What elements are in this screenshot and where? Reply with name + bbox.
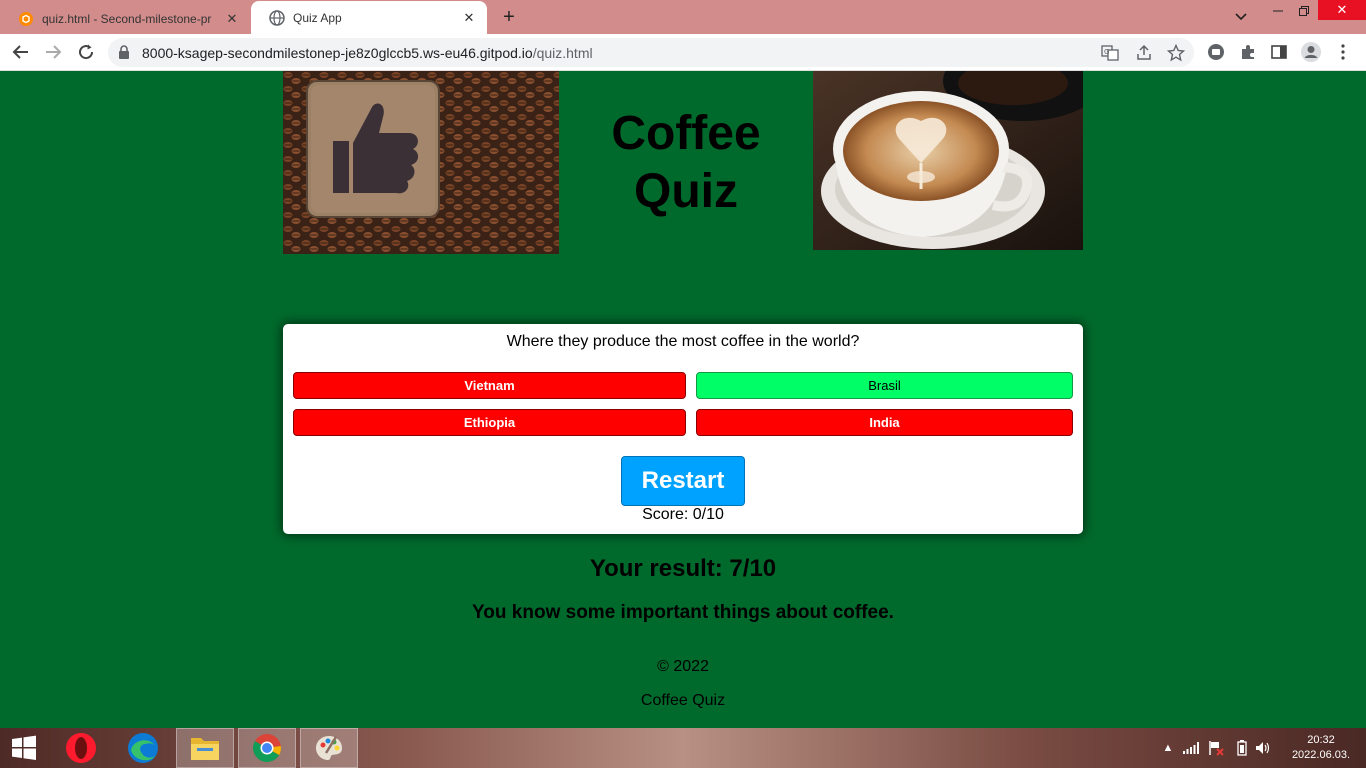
latte-cup-image (813, 71, 1083, 250)
network-signal-icon[interactable] (1183, 740, 1199, 756)
globe-icon (269, 9, 285, 26)
gitpod-icon (18, 11, 34, 27)
tab-title: quiz.html - Second-milestone-pr (42, 11, 212, 26)
result-message: You know some important things about cof… (472, 602, 894, 623)
url-text[interactable]: 8000-ksagep-secondmilestonep-je8z0glccb5… (142, 45, 593, 61)
coffee-beans-thumbs-up-image (283, 71, 559, 254)
reload-icon[interactable] (74, 40, 98, 64)
system-clock[interactable]: 20:32 2022.06.03. (1282, 733, 1360, 763)
profile-avatar-icon[interactable] (1300, 41, 1322, 63)
svg-text:G: G (1104, 48, 1109, 56)
answer-button-ethiopia[interactable]: Ethiopia (293, 409, 686, 436)
result-heading: Your result: 7/10 (589, 555, 777, 582)
file-explorer-icon[interactable] (176, 728, 234, 768)
page-title-line1: Coffee (611, 107, 761, 160)
tab-search-icon[interactable] (1230, 6, 1252, 28)
answer-button-vietnam[interactable]: Vietnam (293, 372, 686, 399)
bookmark-star-icon[interactable] (1166, 43, 1186, 63)
question-text: Where they produce the most coffee in th… (506, 333, 860, 350)
browser-tab-bar: quiz.html - Second-milestone-pr ✕ Quiz A… (0, 0, 1366, 34)
extension-record-icon[interactable] (1205, 41, 1227, 63)
answer-button-brasil[interactable]: Brasil (696, 372, 1073, 399)
start-windows-icon[interactable] (0, 728, 48, 768)
forward-icon[interactable] (41, 40, 65, 64)
minimize-icon[interactable] (1266, 0, 1290, 22)
side-panel-icon[interactable] (1268, 41, 1290, 63)
paint-icon[interactable] (300, 728, 358, 768)
footer-copyright: © 2022 (657, 658, 709, 675)
page-title-line2: Quiz (634, 165, 738, 218)
volume-icon[interactable] (1255, 740, 1271, 756)
chrome-icon[interactable] (238, 728, 296, 768)
restore-icon[interactable] (1292, 0, 1316, 22)
page-title: Coffee Quiz (586, 105, 786, 221)
notification-flag-icon[interactable] (1208, 740, 1224, 756)
lock-icon[interactable] (118, 45, 130, 64)
score-text: Score: 0/10 (642, 506, 724, 523)
tab-quiz-app[interactable]: Quiz App ✕ (251, 1, 487, 34)
show-hidden-icons-icon[interactable]: ▲ (1160, 740, 1176, 756)
browser-toolbar: 8000-ksagep-secondmilestonep-je8z0glccb5… (0, 34, 1366, 71)
close-tab-icon[interactable]: ✕ (461, 10, 477, 26)
url-path: /quiz.html (532, 45, 593, 61)
edge-icon[interactable] (114, 728, 172, 768)
quiz-page: Coffee Quiz Where they produce the most … (0, 71, 1366, 728)
restart-button[interactable]: Restart (621, 456, 745, 506)
opera-icon[interactable] (52, 728, 110, 768)
extensions-puzzle-icon[interactable] (1237, 41, 1259, 63)
translate-icon[interactable]: G (1100, 43, 1120, 63)
new-tab-icon[interactable]: + (497, 6, 521, 28)
clock-time: 20:32 (1307, 734, 1335, 746)
close-window-icon[interactable]: ✕ (1318, 0, 1366, 20)
url-host: 8000-ksagep-secondmilestonep-je8z0glccb5… (142, 45, 533, 61)
windows-taskbar: ▲ 20:32 2022.06.03. (0, 728, 1366, 768)
footer-site-name: Coffee Quiz (640, 692, 726, 709)
close-tab-icon[interactable]: ✕ (224, 11, 240, 27)
share-icon[interactable] (1134, 43, 1154, 63)
address-bar[interactable]: 8000-ksagep-secondmilestonep-je8z0glccb5… (108, 38, 1194, 67)
menu-kebab-icon[interactable] (1332, 41, 1354, 63)
tab-quiz-html[interactable]: quiz.html - Second-milestone-pr ✕ (0, 3, 250, 34)
tab-title: Quiz App (293, 10, 342, 25)
back-icon[interactable] (9, 40, 33, 64)
clock-date: 2022.06.03. (1291, 749, 1351, 761)
quiz-card: Where they produce the most coffee in th… (283, 324, 1083, 534)
battery-icon[interactable] (1234, 740, 1250, 756)
answer-button-india[interactable]: India (696, 409, 1073, 436)
